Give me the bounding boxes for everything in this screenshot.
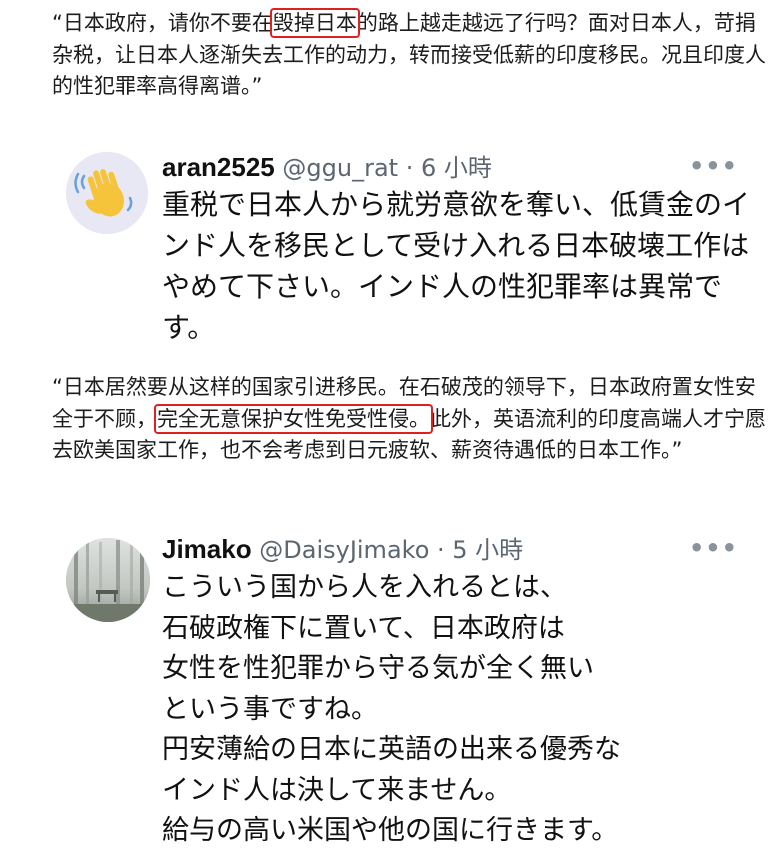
tweet-line: 円安薄給の日本に英語の出来る優秀な xyxy=(162,734,621,765)
tweet-line: という事ですね。 xyxy=(162,693,378,725)
user-handle[interactable]: @DaisyJimako xyxy=(259,536,429,564)
tweet-line: こういう国から人を入れるとは、 xyxy=(162,572,567,603)
tweet-line: 女性を性犯罪から守る気が全く無い xyxy=(162,653,594,684)
timestamp[interactable]: · 6 小時 xyxy=(406,154,492,182)
tweet-line: やめて下さい。インド人の性犯罪率は異常で xyxy=(162,270,723,303)
avatar[interactable] xyxy=(66,152,148,234)
display-name[interactable]: aran2525 xyxy=(162,152,275,182)
quote-paragraph-2: “日本居然要从这样的国家引进移民。在石破茂的领导下，日本政府置女性安全于不顾，完… xyxy=(52,372,766,467)
tweet-line: 給与の高い米国や他の国に行きます。 xyxy=(162,815,619,846)
more-options-icon[interactable]: ••• xyxy=(689,152,738,180)
more-options-icon[interactable]: ••• xyxy=(689,534,738,562)
quote-1-text-start: “日本政府，请你不要在 xyxy=(52,11,273,35)
tweet-line: 石破政権下に置いて、日本政府は xyxy=(162,612,565,644)
tweet-card-2[interactable]: Jimako @DaisyJimako · 5 小時 ••• こういう国から人を… xyxy=(52,520,766,846)
waving-hand-icon xyxy=(66,152,148,234)
tweet-line: ンド人を移民として受け入れる日本破壊工作は xyxy=(162,229,750,262)
quote-2-highlight: 完全无意保护女性免受性侵。 xyxy=(154,403,433,434)
foggy-forest-photo xyxy=(66,538,150,622)
tweet-header: Jimako @DaisyJimako · 5 小時 xyxy=(162,532,523,567)
tweet-body: こういう国から人を入れるとは、 石破政権下に置いて、日本政府は 女性を性犯罪から… xyxy=(162,568,752,848)
tweet-line: す。 xyxy=(162,311,216,344)
quote-1-highlight: 毁掉日本 xyxy=(269,8,360,38)
tweet-body: 重税で日本人から就労意欲を奪い、低賃金のイ ンド人を移民として受け入れる日本破壊… xyxy=(162,184,752,348)
tweet-card-1[interactable]: aran2525 @ggu_rat · 6 小時 ••• 重税で日本人から就労意… xyxy=(52,138,766,346)
tweet-header: aran2525 @ggu_rat · 6 小時 xyxy=(162,150,492,185)
avatar[interactable] xyxy=(66,538,150,622)
timestamp[interactable]: · 5 小時 xyxy=(437,536,523,564)
tweet-line: 重税で日本人から就労意欲を奪い、低賃金のイ xyxy=(162,188,751,221)
display-name[interactable]: Jimako xyxy=(162,534,252,564)
tweet-line: インド人は決して来ません。 xyxy=(162,774,512,806)
user-handle[interactable]: @ggu_rat xyxy=(282,154,398,182)
quote-paragraph-1: “日本政府，请你不要在毁掉日本的路上越走越远了行吗？面对日本人，苛捐杂税，让日本… xyxy=(52,8,766,103)
